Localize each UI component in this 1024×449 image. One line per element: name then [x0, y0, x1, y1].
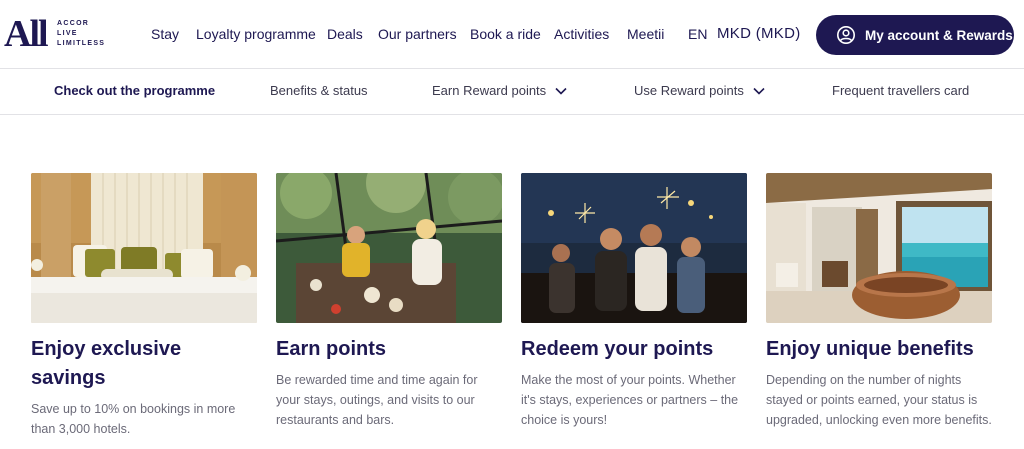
programme-subnav: Check out the programme Benefits & statu…	[0, 69, 1024, 115]
subnav-use-reward-points[interactable]: Use Reward points	[634, 81, 765, 101]
nav-item-deals[interactable]: Deals	[327, 24, 363, 44]
nav-item-loyalty-programme[interactable]: Loyalty programme	[196, 24, 316, 44]
benefit-card-savings[interactable]: Enjoy exclusive savings Save up to 10% o…	[31, 173, 257, 439]
subnav-check-out-programme[interactable]: Check out the programme	[54, 81, 215, 101]
logo-tagline-line: LIVE	[57, 30, 78, 37]
hotel-bedroom-image	[31, 173, 257, 323]
party-sparklers-image	[521, 173, 747, 323]
card-description: Make the most of your points. Whether it…	[521, 373, 739, 427]
friends-dining-image	[276, 173, 502, 323]
subnav-earn-reward-points[interactable]: Earn Reward points	[432, 81, 567, 101]
my-account-rewards-button[interactable]: My account & Rewards	[816, 15, 1014, 55]
nav-item-our-partners[interactable]: Our partners	[378, 24, 457, 44]
card-description: Be rewarded time and time again for your…	[276, 373, 478, 427]
chevron-down-icon	[555, 87, 567, 95]
card-title: Enjoy exclusive savings	[31, 338, 182, 389]
card-description: Save up to 10% on bookings in more than …	[31, 402, 236, 436]
currency-selector[interactable]: MKD (MKD)	[717, 24, 801, 44]
card-title: Earn points	[276, 338, 387, 360]
card-title: Enjoy unique benefits	[766, 338, 974, 360]
logo-wordmark: All	[4, 13, 49, 55]
user-circle-icon	[837, 26, 855, 44]
subnav-label: Earn Reward points	[432, 83, 547, 98]
nav-item-activities[interactable]: Activities	[554, 24, 609, 44]
logo-tagline-line: ACCOR	[57, 20, 90, 27]
accor-all-logo[interactable]: All ACCOR LIVE LIMITLESS	[4, 14, 114, 54]
logo-tagline-line: LIMITLESS	[57, 40, 106, 47]
subnav-frequent-travellers-card[interactable]: Frequent travellers card	[832, 81, 969, 101]
account-button-label: My account & Rewards	[865, 27, 1013, 43]
subnav-label: Benefits & status	[270, 83, 368, 98]
subnav-label: Frequent travellers card	[832, 83, 970, 98]
ocean-villa-bathtub-image	[766, 173, 992, 323]
benefit-card-earn-points[interactable]: Earn points Be rewarded time and time ag…	[276, 173, 502, 430]
subnav-label: Use Reward points	[634, 83, 744, 98]
subnav-label: Check out the programme	[54, 83, 216, 98]
card-description: Depending on the number of nights stayed…	[766, 373, 992, 427]
benefit-card-unique-benefits[interactable]: Enjoy unique benefits Depending on the n…	[766, 173, 992, 430]
benefit-card-redeem-points[interactable]: Redeem your points Make the most of your…	[521, 173, 747, 430]
nav-item-book-a-ride[interactable]: Book a ride	[470, 24, 541, 44]
chevron-down-icon	[753, 87, 765, 95]
nav-item-meetings[interactable]: Meetii	[627, 24, 664, 44]
card-title: Redeem your points	[521, 338, 714, 360]
top-header: All ACCOR LIVE LIMITLESS Stay Loyalty pr…	[0, 0, 1024, 69]
language-selector[interactable]: EN	[688, 24, 707, 44]
logo-tagline: ACCOR LIVE LIMITLESS	[57, 19, 105, 49]
nav-item-stay[interactable]: Stay	[151, 24, 179, 44]
subnav-benefits-status[interactable]: Benefits & status	[270, 81, 368, 101]
